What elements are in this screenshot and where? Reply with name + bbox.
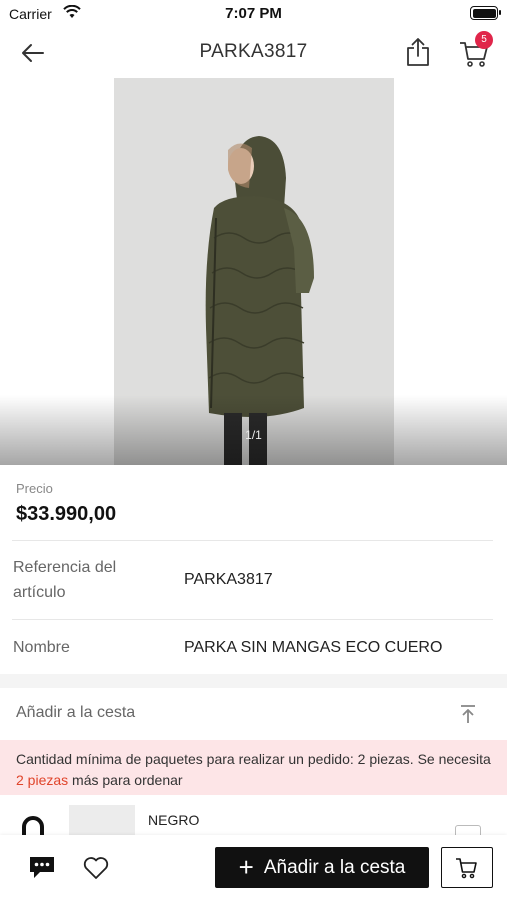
notice-highlight: 2 piezas (16, 772, 69, 788)
reference-label-line2: artículo (13, 584, 66, 601)
cart-outline-icon (456, 858, 477, 879)
battery-icon (470, 6, 501, 20)
notice-text-part1: Cantidad mínima de paquetes para realiza… (16, 751, 491, 767)
chat-icon[interactable] (28, 854, 56, 880)
divider (12, 619, 493, 620)
status-bar: Carrier 7:07 PM (0, 0, 507, 28)
reference-label-line1: Referencia del (13, 559, 117, 576)
minimum-quantity-notice: Cantidad mínima de paquetes para realiza… (0, 740, 507, 795)
reference-label: Referencia del artículo (13, 555, 116, 605)
scroll-top-icon[interactable] (458, 703, 478, 725)
section-gap (0, 674, 507, 688)
variant-thumbnail[interactable] (69, 805, 135, 835)
clock: 7:07 PM (225, 5, 282, 22)
price-value: $33.990,00 (16, 503, 117, 525)
nav-bar: PARKA3817 (0, 28, 507, 78)
heart-icon[interactable] (82, 855, 110, 881)
share-icon[interactable] (404, 36, 432, 68)
add-to-cart-button[interactable]: + Añadir a la cesta (215, 847, 429, 888)
price-label: Precio (16, 481, 53, 496)
add-to-cart-section-header: Añadir a la cesta (0, 688, 507, 740)
variant-name: NEGRO (148, 812, 200, 828)
cart-count-badge: 5 (475, 31, 493, 49)
view-cart-button[interactable] (441, 847, 493, 888)
notice-text-part2: más para ordenar (68, 772, 183, 788)
divider (12, 540, 493, 541)
color-swatch-icon (22, 816, 44, 835)
reference-value: PARKA3817 (184, 571, 273, 588)
name-value: PARKA SIN MANGAS ECO CUERO (184, 639, 443, 656)
add-to-cart-label: Añadir a la cesta (263, 856, 406, 878)
bottom-action-bar: + Añadir a la cesta (0, 835, 507, 900)
name-label: Nombre (13, 639, 70, 656)
add-to-cart-section-title: Añadir a la cesta (16, 704, 136, 721)
page-indicator: 1/1 (245, 428, 262, 442)
product-gallery[interactable]: 1/1 (0, 78, 507, 465)
variant-row[interactable]: NEGRO (0, 795, 507, 835)
quantity-stepper[interactable] (455, 825, 481, 835)
plus-icon: + (238, 851, 254, 882)
